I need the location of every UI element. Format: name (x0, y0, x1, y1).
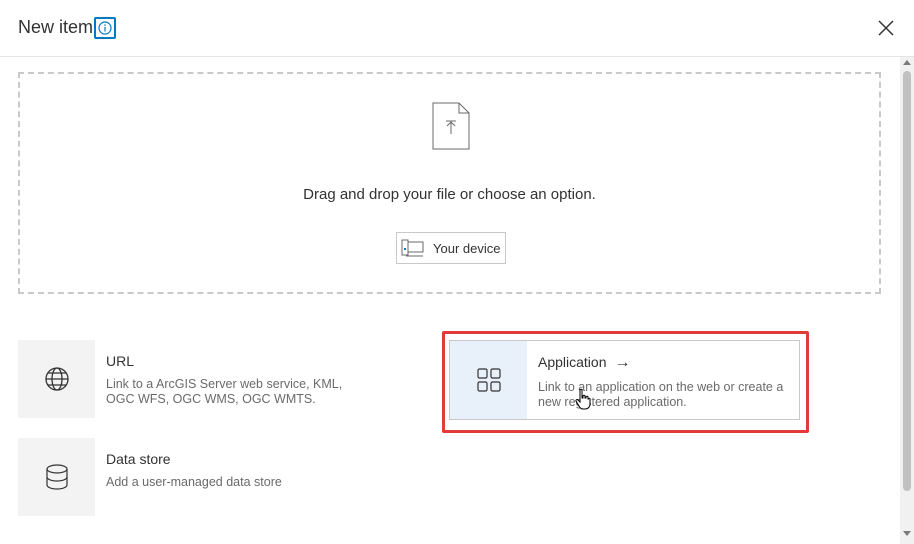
arrow-right-icon: → (614, 354, 631, 371)
option-data-store[interactable]: Data store Add a user-managed data store (18, 438, 378, 516)
option-title: URL (106, 353, 135, 369)
option-description: Add a user-managed data store (106, 475, 282, 489)
info-icon[interactable] (94, 17, 116, 39)
file-dropzone[interactable]: Drag and drop your file or choose an opt… (18, 72, 881, 294)
scroll-up-icon[interactable] (900, 59, 914, 69)
database-icon (18, 438, 95, 516)
option-title: Data store (106, 451, 171, 467)
option-description: Link to a ArcGIS Server web service, KML… (106, 377, 343, 406)
option-application[interactable]: Application → Link to an application on t… (449, 340, 800, 420)
your-device-label: Your device (433, 240, 501, 256)
scroll-thumb[interactable] (903, 71, 911, 491)
scroll-down-icon[interactable] (900, 531, 914, 541)
globe-icon (18, 340, 95, 418)
vertical-scrollbar[interactable] (900, 57, 914, 544)
hand-cursor-icon (575, 388, 591, 410)
device-icon (401, 239, 424, 257)
grid-icon (450, 341, 527, 419)
option-url[interactable]: URL Link to a ArcGIS Server web service,… (18, 340, 378, 418)
your-device-button[interactable]: Your device (396, 232, 506, 264)
dropzone-instruction: Drag and drop your file or choose an opt… (303, 186, 596, 203)
dialog-header: New item (0, 0, 914, 57)
upload-file-icon (432, 102, 470, 150)
option-title: Application → (538, 354, 631, 371)
close-icon[interactable] (874, 16, 898, 40)
dialog-title: New item (18, 17, 94, 37)
